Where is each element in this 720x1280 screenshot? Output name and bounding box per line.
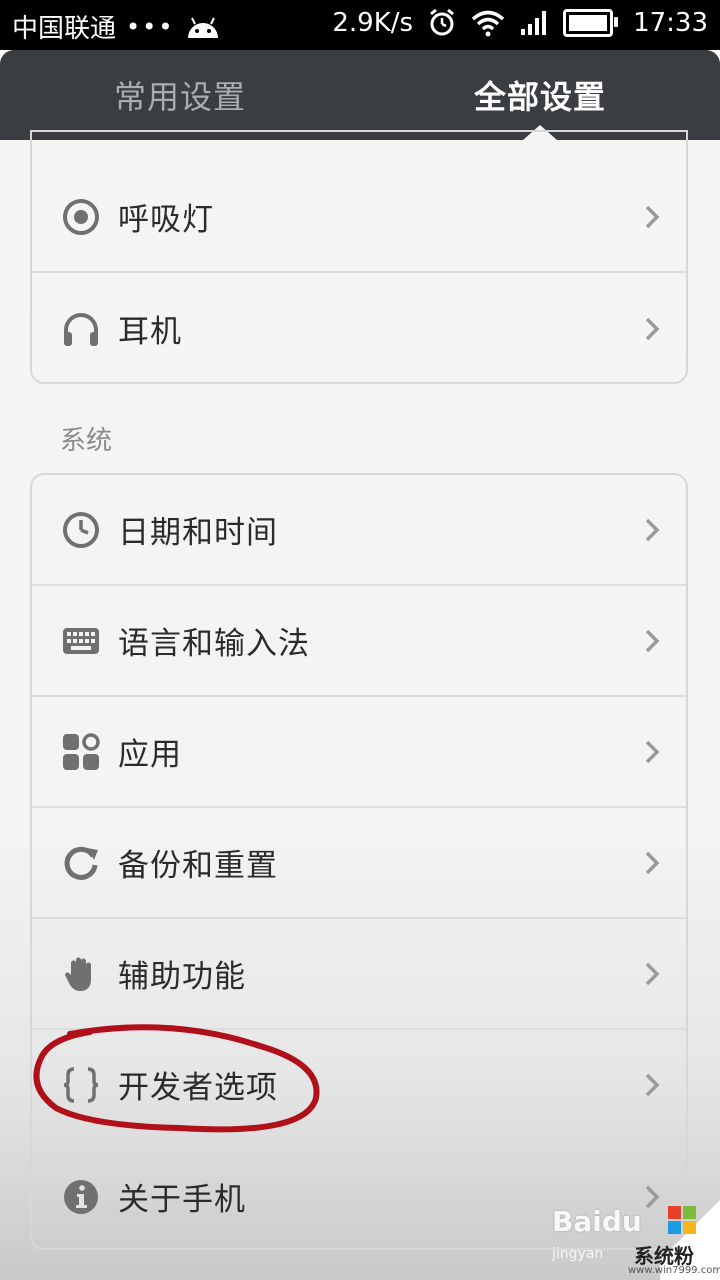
android-icon (188, 17, 219, 38)
keyboard-icon (63, 627, 99, 654)
signal-icon (521, 11, 547, 35)
chevron-right-icon (645, 317, 660, 340)
baidu-watermark: Baidu (552, 1205, 642, 1238)
network-speed: 2.9K/s (332, 8, 414, 38)
status-bar: 中国联通 ••• 2.9K/s 17:33 (0, 0, 720, 50)
settings-card-top: 呼吸灯 耳机 (30, 130, 688, 384)
settings-item-accessibility[interactable]: 辅助功能 (32, 919, 686, 1030)
chevron-right-icon (645, 1073, 660, 1096)
carrier-label: 中国联通 (12, 14, 117, 44)
settings-item-date-time[interactable]: 日期和时间 (32, 475, 686, 586)
settings-item-label: 呼吸灯 (118, 202, 214, 238)
settings-item-label: 备份和重置 (118, 848, 278, 884)
apps-icon (63, 732, 100, 770)
settings-item-label: 辅助功能 (118, 959, 246, 995)
settings-item-language-input[interactable]: 语言和输入法 (32, 586, 686, 697)
wifi-icon (471, 10, 505, 37)
tab-all-settings[interactable]: 全部设置 (360, 50, 720, 140)
settings-list[interactable]: 呼吸灯 耳机 系统 日期和时间 语言和输入法 应用 备份和重置 辅助功能 开发者… (0, 130, 720, 1280)
clock-time: 17:33 (633, 8, 708, 38)
notification-dots: ••• (126, 12, 175, 41)
site-watermark-url: www.win7999.com (628, 1265, 720, 1276)
breathing-light-icon (63, 198, 99, 235)
settings-item-breathing-light[interactable]: 呼吸灯 (32, 162, 686, 273)
settings-item-label: 耳机 (118, 314, 182, 350)
braces-icon (63, 1066, 99, 1103)
settings-card-system: 日期和时间 语言和输入法 应用 备份和重置 辅助功能 开发者选项 关于手机 (30, 473, 688, 1250)
section-header-system: 系统 (60, 426, 113, 456)
chevron-right-icon (645, 740, 660, 763)
settings-item-backup-reset[interactable]: 备份和重置 (32, 808, 686, 919)
battery-icon (563, 9, 619, 37)
settings-item-headphones[interactable]: 耳机 (32, 273, 686, 382)
chevron-right-icon (645, 205, 660, 228)
baidu-watermark-sub: jingyan (552, 1246, 604, 1262)
chevron-right-icon (645, 962, 660, 985)
info-icon (64, 1179, 98, 1214)
settings-tabs: 常用设置 全部设置 (0, 50, 720, 140)
settings-item-label: 日期和时间 (118, 515, 278, 551)
settings-item-label: 开发者选项 (118, 1070, 278, 1106)
chevron-right-icon (645, 851, 660, 874)
chevron-right-icon (645, 1185, 660, 1208)
chevron-right-icon (645, 629, 660, 652)
tab-common-settings[interactable]: 常用设置 (0, 50, 360, 140)
settings-item-apps[interactable]: 应用 (32, 697, 686, 808)
alarm-icon (430, 8, 454, 36)
settings-item-label: 应用 (118, 737, 182, 773)
headphones-icon (64, 312, 98, 346)
settings-item-label: 关于手机 (118, 1182, 246, 1218)
chevron-right-icon (645, 518, 660, 541)
refresh-icon (64, 846, 98, 880)
clock-icon (63, 511, 99, 548)
settings-item-label: 语言和输入法 (118, 626, 310, 662)
settings-item-developer-options[interactable]: 开发者选项 (32, 1030, 686, 1141)
hand-icon (65, 957, 91, 991)
